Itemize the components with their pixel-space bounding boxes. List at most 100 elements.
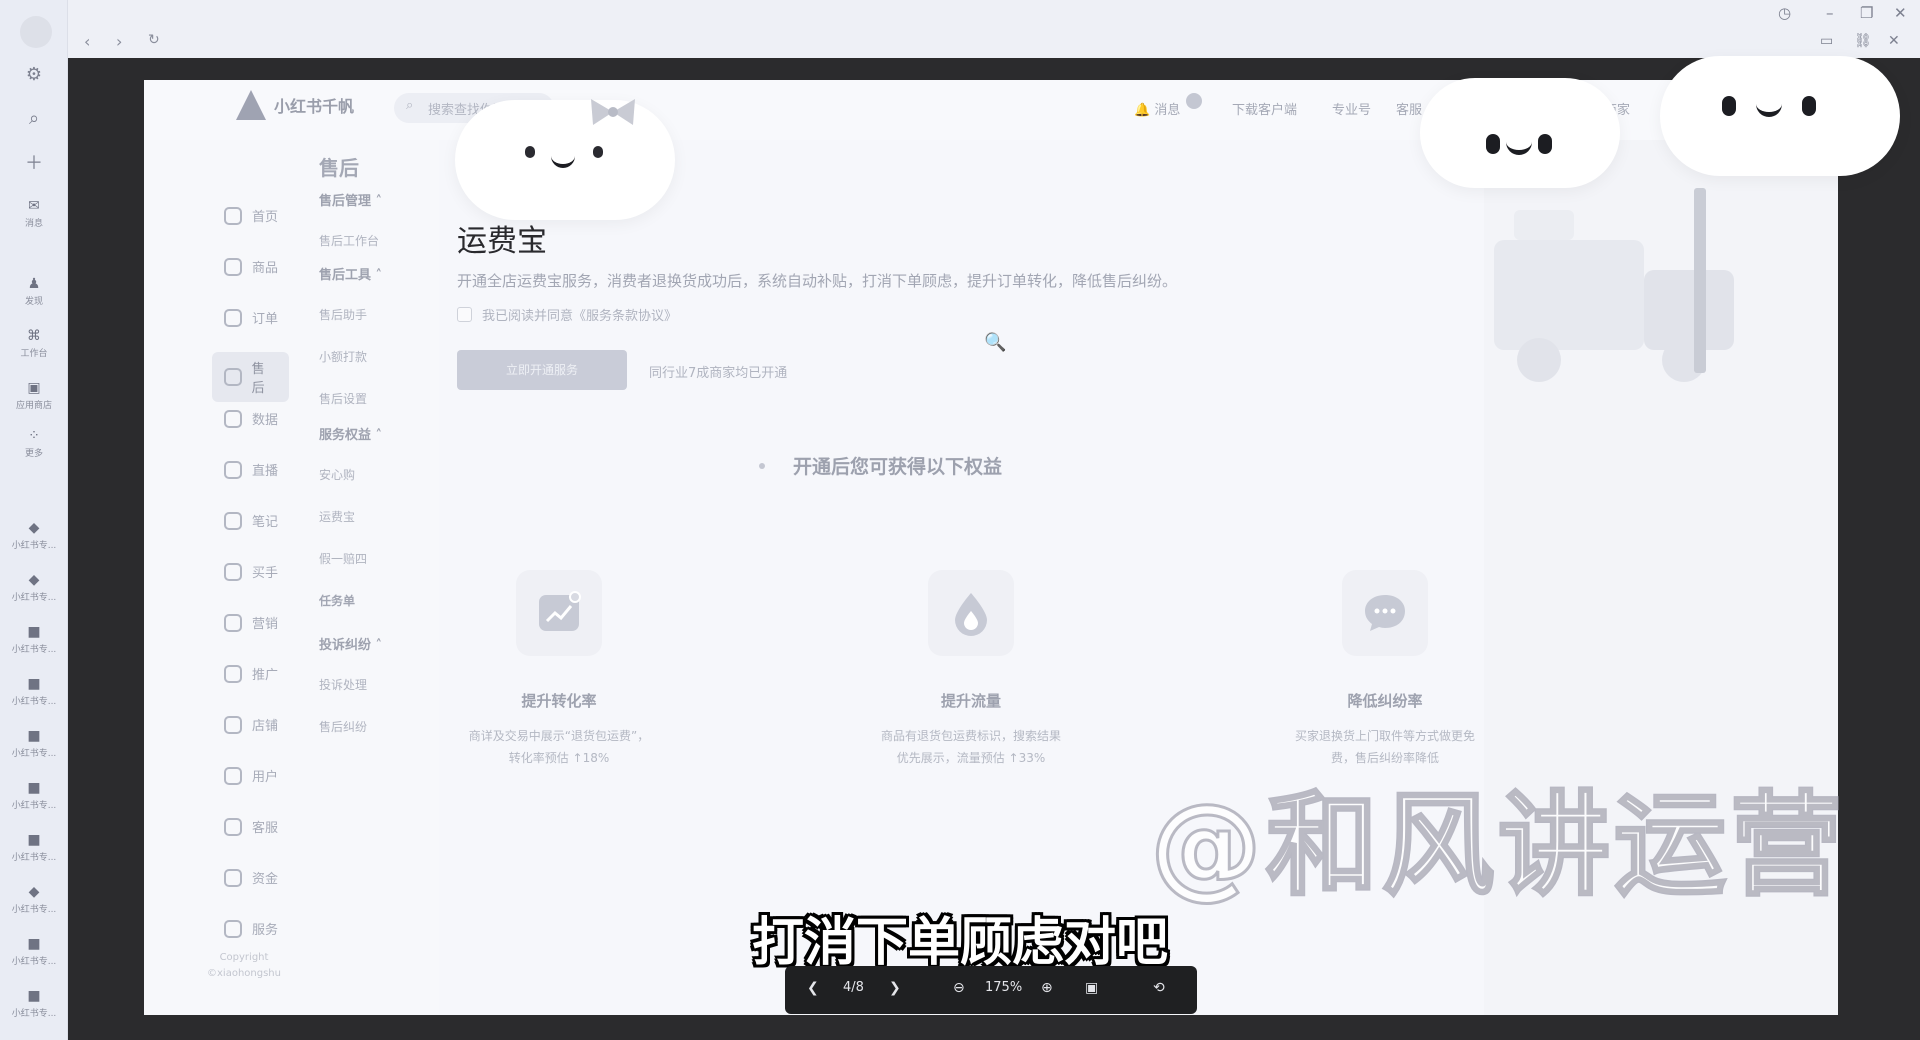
history-icon[interactable]: ◷	[1778, 4, 1791, 22]
zoom-level: 175%	[985, 980, 1023, 995]
subnav-group-service-rights[interactable]: 服务权益 ˄	[319, 424, 382, 443]
benefit-desc: 买家退换货上门取件等方式做更免 费，售后纠纷率降低	[1294, 729, 1475, 765]
next-page-icon[interactable]: ❯	[889, 980, 901, 996]
subnav-group-complaints[interactable]: 投诉纠纷 ˄	[319, 634, 382, 653]
brand-logo[interactable]: 小红书千帆	[236, 90, 354, 120]
cloud-sticker-right	[1660, 56, 1900, 176]
cloud-mouth	[1506, 142, 1532, 155]
wallet-icon	[224, 868, 242, 887]
header-download-client[interactable]: 下载客户端	[1232, 99, 1297, 118]
nav-item-marketing[interactable]: 营销	[224, 613, 278, 632]
home-icon	[224, 206, 242, 225]
subnav-item[interactable]: 售后纠纷	[319, 718, 367, 735]
benefit-title: 提升流量	[940, 692, 1001, 710]
trend-chart-icon	[516, 570, 602, 656]
rail-app-workbench[interactable]: ⌘ 工作台	[8, 328, 60, 359]
secondary-nav: 售后 售后管理 ˄ 售后工作台 售后工具 ˄ 售后助手 小额打款 售后设置 服务…	[289, 140, 439, 1015]
chat-bubble-icon	[1342, 570, 1428, 656]
settings-icon[interactable]: ⚙	[20, 60, 48, 88]
previous-page-icon[interactable]: ❮	[807, 980, 819, 996]
subnav-item[interactable]: 任务单	[319, 592, 355, 609]
shop-icon	[224, 715, 242, 734]
rail-tab[interactable]: ■ 小红书专...	[8, 728, 60, 759]
notification-badge	[1186, 93, 1202, 109]
nav-item-home[interactable]: 首页	[224, 206, 278, 225]
rail-tab[interactable]: ■ 小红书专...	[8, 780, 60, 811]
cloud-sticker-left	[455, 100, 675, 220]
close-viewer-icon[interactable]: ✕	[1888, 33, 1900, 49]
subnav-item[interactable]: 小额打款	[319, 348, 367, 365]
buyer-icon	[224, 562, 242, 581]
rail-app-store[interactable]: ▣ 应用商店	[8, 380, 60, 411]
benefit-desc: 商详及交易中展示“退货包运费”， 转化率预估 ↑18%	[468, 729, 650, 765]
activate-button[interactable]: 立即开通服务	[457, 350, 627, 390]
nav-item-promotion[interactable]: 推广	[224, 664, 278, 683]
rail-tab[interactable]: ■ 小红书专...	[8, 988, 60, 1019]
zoom-in-icon[interactable]: ⊕	[1041, 980, 1053, 996]
nav-item-notes[interactable]: 笔记	[224, 511, 278, 530]
close-icon[interactable]: ✕	[1894, 4, 1907, 22]
forward-icon[interactable]: ›	[116, 32, 122, 51]
minimize-icon[interactable]: –	[1826, 4, 1834, 22]
header-messages[interactable]: 🔔 消息	[1134, 93, 1202, 118]
page-scrollbar[interactable]	[1694, 188, 1706, 373]
nav-item-customer-service[interactable]: 客服	[224, 817, 278, 836]
header-pro-account[interactable]: 专业号	[1332, 99, 1371, 118]
rail-app-discover[interactable]: ♟ 发现	[8, 276, 60, 307]
subnav-item[interactable]: 售后工作台	[319, 232, 379, 249]
tab-favicon-icon: ■	[27, 676, 41, 692]
rail-tab[interactable]: ■ 小红书专...	[8, 624, 60, 655]
rail-tab[interactable]: ■ 小红书专...	[8, 832, 60, 863]
subnav-group-after-sales-manage[interactable]: 售后管理 ˄	[319, 190, 382, 209]
delivery-truck-illustration	[1494, 210, 1734, 382]
agreement-row[interactable]: 我已阅读并同意《服务条款协议》	[457, 305, 677, 324]
rail-tab[interactable]: ■ 小红书专...	[8, 676, 60, 707]
subnav-item[interactable]: 售后设置	[319, 390, 367, 407]
benefit-title: 提升转化率	[521, 692, 597, 710]
subnav-item-active[interactable]: 运费宝	[319, 508, 355, 525]
window-icon[interactable]: ▭	[1820, 33, 1833, 49]
nav-item-buyers[interactable]: 买手	[224, 562, 278, 581]
rail-app-messages[interactable]: ✉ 消息	[8, 198, 60, 229]
nav-item-live[interactable]: 直播	[224, 460, 278, 479]
rotate-icon[interactable]: ⟲	[1153, 980, 1165, 996]
subnav-title: 售后	[319, 156, 359, 180]
nav-item-orders[interactable]: 订单	[224, 308, 278, 327]
back-icon[interactable]: ‹	[84, 32, 90, 51]
rail-tab[interactable]: ◆ 小红书专...	[8, 572, 60, 603]
video-subtitle: 打消下单顾虑对吧	[751, 913, 1168, 973]
rail-app-more[interactable]: ⁘ 更多	[8, 428, 60, 459]
nav-item-products[interactable]: 商品	[224, 257, 278, 276]
header-service[interactable]: 客服	[1396, 99, 1422, 118]
subnav-item[interactable]: 安心购	[319, 466, 355, 483]
product-icon	[224, 257, 242, 276]
chevron-up-icon: ˄	[375, 428, 383, 443]
subnav-item[interactable]: 假一赔四	[319, 550, 367, 567]
search-icon[interactable]: ⌕	[20, 104, 48, 132]
subnav-item[interactable]: 售后助手	[319, 306, 367, 323]
subnav-group-after-sales-tools[interactable]: 售后工具 ˄	[319, 264, 382, 283]
nav-item-funds[interactable]: 资金	[224, 868, 278, 887]
tab-favicon-icon: ■	[27, 780, 41, 796]
zoom-out-icon[interactable]: ⊖	[953, 980, 965, 996]
chevron-up-icon: ˄	[375, 194, 383, 209]
nav-item-data[interactable]: 数据	[224, 409, 278, 428]
reload-icon[interactable]: ↻	[148, 32, 160, 48]
agreement-checkbox[interactable]	[457, 307, 472, 322]
link-icon[interactable]: ⛓	[1854, 33, 1872, 49]
nav-item-shop[interactable]: 店铺	[224, 715, 278, 734]
tab-favicon-icon: ◆	[28, 572, 40, 588]
profile-avatar[interactable]	[20, 16, 52, 48]
subnav-item[interactable]: 投诉处理	[319, 676, 367, 693]
add-icon[interactable]: ＋	[20, 148, 48, 176]
tab-favicon-icon: ◆	[28, 520, 40, 536]
nav-item-after-sales[interactable]: 售后	[212, 352, 289, 402]
nav-item-users[interactable]: 用户	[224, 766, 278, 785]
fit-to-window-icon[interactable]: ▣	[1085, 980, 1098, 996]
grid-icon: ⌘	[27, 328, 41, 344]
bell-icon: 🔔	[1134, 103, 1151, 118]
maximize-icon[interactable]: ❐	[1860, 4, 1873, 22]
peer-note: 同行业7成商家均已开通	[649, 366, 788, 381]
chevron-up-icon: ˄	[375, 268, 383, 283]
rail-tab[interactable]: ◆ 小红书专...	[8, 520, 60, 551]
